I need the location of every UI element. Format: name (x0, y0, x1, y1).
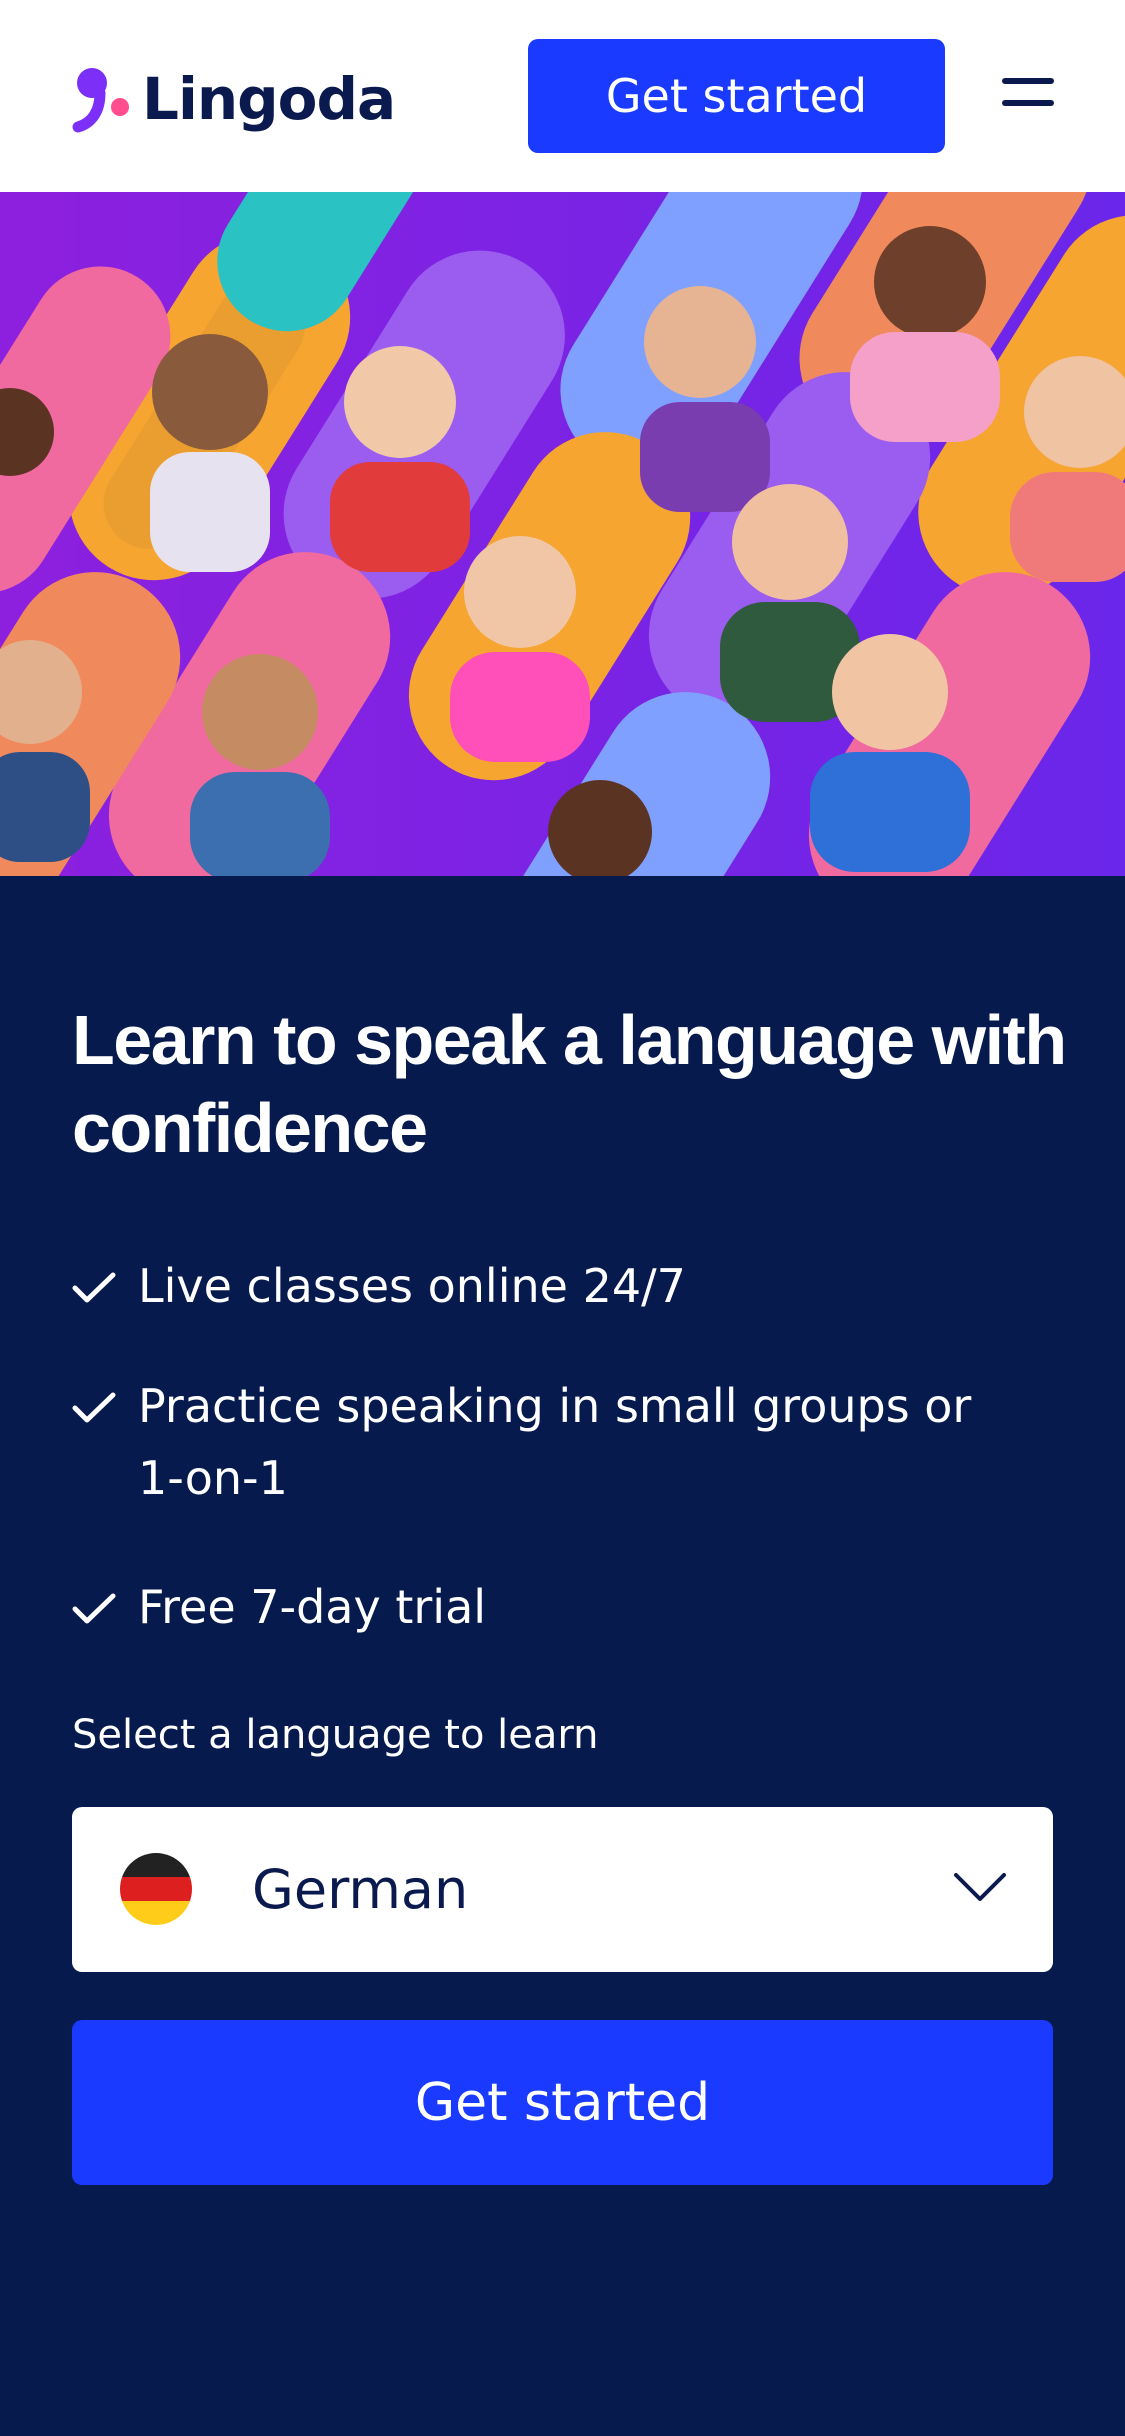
hero-headline: Learn to speak a language with confidenc… (72, 1001, 1067, 1167)
feature-text: Practice speaking in small groups or 1-o… (138, 1379, 972, 1505)
selected-language: German (252, 1858, 469, 1921)
feature-item: Practice speaking in small groups or 1-o… (72, 1370, 1032, 1514)
feature-text: Live classes online 24/7 (138, 1259, 686, 1313)
header-get-started-button[interactable]: Get started (528, 39, 945, 153)
hero-collage-image (0, 192, 1125, 876)
check-icon (72, 1593, 116, 1624)
lingoda-logo[interactable]: Lingoda (70, 58, 396, 140)
feature-item: Free 7-day trial (72, 1571, 486, 1643)
language-select[interactable]: German (72, 1807, 1053, 1972)
feature-text: Free 7-day trial (138, 1580, 487, 1634)
hero-collage-illustration (0, 192, 1125, 876)
logo-mark-icon (72, 68, 129, 133)
hamburger-menu-icon[interactable] (1002, 78, 1054, 114)
site-header: Lingoda Get started (0, 0, 1125, 192)
check-icon (72, 1392, 116, 1423)
get-started-button[interactable]: Get started (72, 2020, 1053, 2185)
germany-flag-icon (120, 1853, 192, 1925)
language-select-label: Select a language to learn (72, 1712, 599, 1758)
page: Lingoda Get started Learn to speak a lan… (0, 0, 1125, 2436)
chevron-down-icon[interactable] (952, 1869, 1008, 1905)
feature-item: Live classes online 24/7 (72, 1250, 686, 1322)
logo-text: Lingoda (142, 65, 396, 133)
check-icon (72, 1272, 116, 1303)
